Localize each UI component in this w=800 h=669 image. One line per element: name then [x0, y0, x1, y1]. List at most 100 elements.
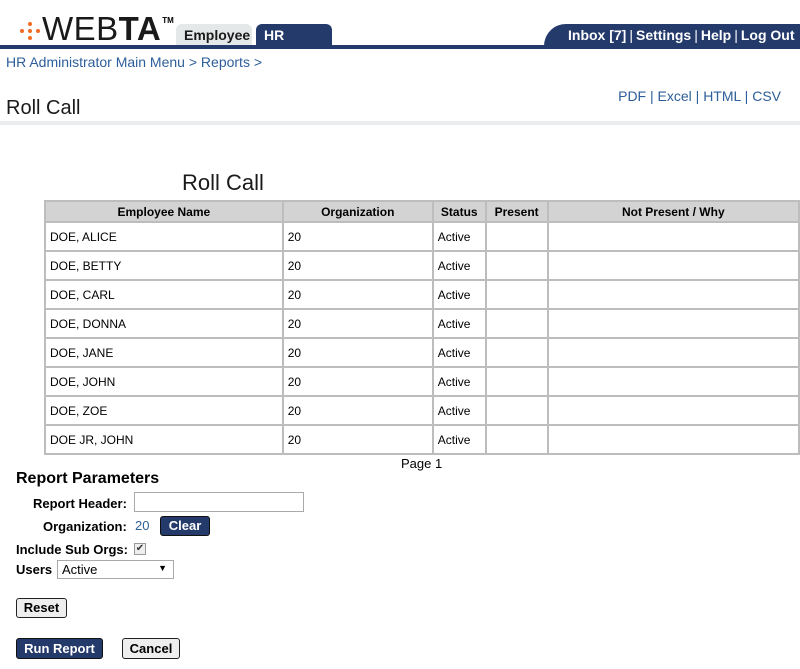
- separator: |: [694, 27, 698, 43]
- report-parameters-heading: Report Parameters: [16, 470, 160, 487]
- export-excel-link[interactable]: Excel: [658, 88, 692, 104]
- table-row: DOE, JOHN 20 Active: [44, 366, 800, 397]
- cell-employee-name: DOE, CARL: [44, 279, 284, 310]
- page-title: Roll Call: [6, 97, 81, 119]
- clear-button[interactable]: Clear: [160, 516, 210, 536]
- table-row: DOE, ZOE 20 Active: [44, 395, 800, 426]
- cell-organization: 20: [281, 308, 434, 339]
- table-row: DOE, DONNA 20 Active: [44, 308, 800, 339]
- settings-link[interactable]: Settings: [636, 27, 691, 43]
- breadcrumb-separator: >: [253, 54, 263, 70]
- separator: |: [734, 27, 738, 43]
- tab-hr-admin[interactable]: HR Admin: [256, 24, 332, 59]
- export-links: PDF | Excel | HTML | CSV: [618, 88, 781, 104]
- cell-status: Active: [431, 366, 487, 397]
- cell-organization: 20: [281, 424, 434, 455]
- chevron-down-icon: ▼: [158, 563, 167, 573]
- table-row: DOE, JANE 20 Active: [44, 337, 800, 368]
- cell-present[interactable]: [484, 366, 549, 397]
- table-row: DOE, BETTY 20 Active: [44, 250, 800, 281]
- cell-organization: 20: [281, 366, 434, 397]
- report-header-label: Report Header:: [33, 496, 127, 511]
- cell-organization: 20: [281, 395, 434, 426]
- cell-employee-name: DOE, JANE: [44, 337, 284, 368]
- logout-link[interactable]: Log Out: [741, 27, 795, 43]
- cell-status: Active: [431, 308, 487, 339]
- separator: |: [629, 27, 633, 43]
- cell-employee-name: DOE, JOHN: [44, 366, 284, 397]
- logo-dots-icon: [20, 20, 40, 44]
- cell-not-present-why[interactable]: [546, 366, 800, 397]
- organization-label: Organization:: [43, 519, 127, 534]
- cell-present[interactable]: [484, 424, 549, 455]
- cell-employee-name: DOE, ALICE: [44, 221, 284, 252]
- breadcrumb-reports[interactable]: Reports: [201, 54, 250, 70]
- cancel-button[interactable]: Cancel: [122, 638, 180, 659]
- export-csv-link[interactable]: CSV: [752, 88, 781, 104]
- cell-not-present-why[interactable]: [546, 250, 800, 281]
- cell-status: Active: [431, 279, 487, 310]
- users-select[interactable]: Active ▼: [57, 560, 174, 579]
- cell-status: Active: [431, 395, 487, 426]
- table-row: DOE JR, JOHN 20 Active: [44, 424, 800, 455]
- column-header-present: Present: [484, 200, 549, 223]
- separator: |: [650, 88, 654, 104]
- include-sub-orgs-checkbox[interactable]: ✔: [134, 543, 146, 555]
- run-report-button[interactable]: Run Report: [16, 638, 103, 659]
- column-header-status: Status: [431, 200, 487, 223]
- logo-trademark: TM: [162, 16, 174, 25]
- cell-employee-name: DOE JR, JOHN: [44, 424, 284, 455]
- utility-links: Inbox [7] | Settings | Help | Log Out: [544, 24, 800, 48]
- breadcrumb-hr-admin-main-menu[interactable]: HR Administrator Main Menu: [6, 54, 185, 70]
- cell-present[interactable]: [484, 308, 549, 339]
- cell-present[interactable]: [484, 395, 549, 426]
- cell-not-present-why[interactable]: [546, 395, 800, 426]
- column-header-not-present-why: Not Present / Why: [546, 200, 800, 223]
- breadcrumb: HR Administrator Main Menu > Reports >: [6, 54, 262, 70]
- cell-status: Active: [431, 250, 487, 281]
- breadcrumb-separator: >: [188, 54, 198, 70]
- inbox-link[interactable]: Inbox [7]: [568, 27, 626, 43]
- cell-not-present-why[interactable]: [546, 337, 800, 368]
- cell-present[interactable]: [484, 279, 549, 310]
- separator: |: [695, 88, 700, 104]
- table-row: DOE, CARL 20 Active: [44, 279, 800, 310]
- page-number: Page 1: [401, 456, 443, 471]
- cell-present[interactable]: [484, 337, 549, 368]
- logo-text: WEBTA: [42, 10, 162, 47]
- webta-logo[interactable]: WEBTA TM: [20, 10, 174, 47]
- cell-employee-name: DOE, BETTY: [44, 250, 284, 281]
- checkmark-icon: ✔: [135, 543, 145, 554]
- cell-present[interactable]: [484, 221, 549, 252]
- cell-status: Active: [431, 337, 487, 368]
- cell-present[interactable]: [484, 250, 549, 281]
- app-header: WEBTA TM Employee HR Admin Inbox [7] | Set…: [0, 0, 800, 59]
- cell-not-present-why[interactable]: [546, 424, 800, 455]
- column-header-organization: Organization: [281, 200, 434, 223]
- cell-not-present-why[interactable]: [546, 279, 800, 310]
- cell-not-present-why[interactable]: [546, 221, 800, 252]
- roll-call-table: Employee Name Organization Status Presen…: [44, 200, 800, 455]
- help-link[interactable]: Help: [701, 27, 731, 43]
- tab-employee[interactable]: Employee: [176, 24, 252, 46]
- column-header-employee-name: Employee Name: [44, 200, 284, 223]
- cell-organization: 20: [281, 337, 434, 368]
- cell-organization: 20: [281, 221, 434, 252]
- report-header-input[interactable]: [134, 492, 304, 512]
- include-sub-orgs-label: Include Sub Orgs:: [16, 542, 128, 557]
- table-row: DOE, ALICE 20 Active: [44, 221, 800, 252]
- users-label: Users: [16, 562, 53, 577]
- export-html-link[interactable]: HTML: [703, 88, 741, 104]
- cell-employee-name: DOE, ZOE: [44, 395, 284, 426]
- cell-status: Active: [431, 424, 487, 455]
- cell-organization: 20: [281, 279, 434, 310]
- reset-button[interactable]: Reset: [16, 598, 67, 618]
- cell-not-present-why[interactable]: [546, 308, 800, 339]
- report-title: Roll Call: [182, 170, 264, 195]
- cell-employee-name: DOE, DONNA: [44, 308, 284, 339]
- cell-status: Active: [431, 221, 487, 252]
- cell-organization: 20: [281, 250, 434, 281]
- organization-value[interactable]: 20: [135, 518, 149, 533]
- export-pdf-link[interactable]: PDF: [618, 88, 646, 104]
- separator: |: [744, 88, 749, 104]
